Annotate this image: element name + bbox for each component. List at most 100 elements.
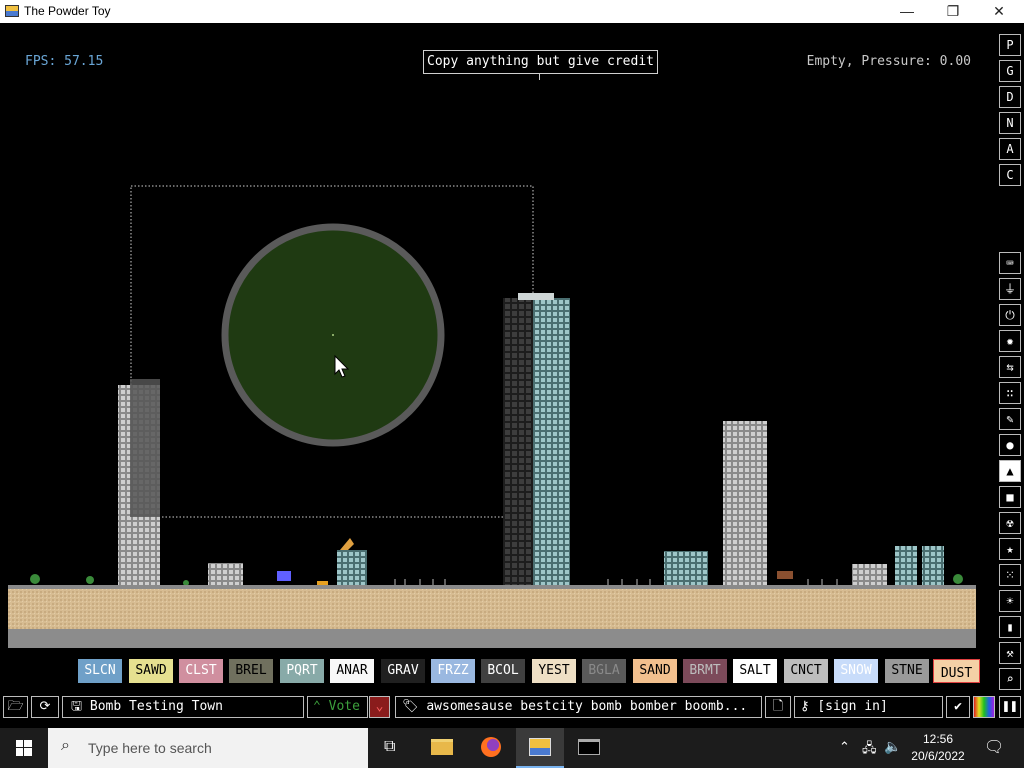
- fps-counter: FPS: 57.15: [25, 54, 104, 69]
- deco-button-d[interactable]: D: [999, 86, 1021, 108]
- chevron-up-icon[interactable]: ⌃: [839, 739, 850, 755]
- powder-icon[interactable]: ▲: [999, 460, 1021, 482]
- firefox-button[interactable]: [467, 728, 515, 768]
- tags-button[interactable]: 🏷 awsomesause bestcity bomb bomber boomb…: [395, 696, 762, 718]
- bulb-icon[interactable]: ☀: [999, 590, 1021, 612]
- settings-button[interactable]: ✔: [946, 696, 970, 718]
- search-icon: ⌕: [61, 737, 70, 754]
- dots-icon[interactable]: ⁙: [999, 564, 1021, 586]
- skyscraper-right: [723, 421, 767, 587]
- app-icon: [5, 5, 19, 17]
- skyscraper-tall: [503, 293, 570, 587]
- terminal-icon: [578, 739, 600, 755]
- file-explorer-button[interactable]: [418, 728, 466, 768]
- close-button[interactable]: ✕: [976, 0, 1022, 23]
- start-button[interactable]: [0, 728, 48, 768]
- wrench-icon[interactable]: ⚒: [999, 642, 1021, 664]
- system-clock[interactable]: 12:56 20/6/2022: [900, 731, 976, 765]
- pencil-icon[interactable]: ✎: [999, 408, 1021, 430]
- bookmark-icon[interactable]: ▮: [999, 616, 1021, 638]
- notifications-icon[interactable]: 🗨: [984, 737, 1004, 757]
- pause-toggle-button[interactable]: ❚❚: [999, 696, 1021, 718]
- open-save-button[interactable]: 🗁: [3, 696, 28, 718]
- folder-icon: [431, 739, 453, 755]
- star-icon[interactable]: ★: [999, 538, 1021, 560]
- element-pqrt[interactable]: PQRT: [280, 659, 324, 683]
- login-button[interactable]: ⚷ [sign in]: [794, 696, 943, 718]
- keyboard-icon[interactable]: ⌨: [999, 252, 1021, 274]
- element-sand[interactable]: SAND: [633, 659, 677, 683]
- network-icon[interactable]: 🖧: [862, 739, 877, 761]
- console-button-c[interactable]: C: [999, 164, 1021, 186]
- element-salt[interactable]: SALT: [733, 659, 777, 683]
- element-slcn[interactable]: SLCN: [78, 659, 122, 683]
- task-view-button[interactable]: ⧉: [368, 728, 416, 768]
- powder-toy-icon: [529, 738, 551, 756]
- trees: [30, 574, 963, 586]
- newtonian-button-n[interactable]: N: [999, 112, 1021, 134]
- sign-label[interactable]: Copy anything but give credit: [423, 50, 658, 74]
- solid-icon[interactable]: ■: [999, 486, 1021, 508]
- element-grav[interactable]: GRAV: [381, 659, 425, 683]
- building-small-4: [852, 564, 887, 587]
- windows-logo-icon: [16, 740, 32, 756]
- arrows-icon[interactable]: ⇆: [999, 356, 1021, 378]
- element-dust[interactable]: DUST: [933, 659, 980, 683]
- firefox-icon: [481, 737, 501, 757]
- ground-road: [8, 585, 976, 589]
- save-title-button[interactable]: 🖫 Bomb Testing Town: [62, 696, 304, 718]
- drop-icon[interactable]: ●: [999, 434, 1021, 456]
- terminal-button[interactable]: [565, 728, 613, 768]
- taskbar-search-box[interactable]: ⌕ Type here to search: [48, 728, 368, 768]
- element-yest[interactable]: YEST: [532, 659, 576, 683]
- vote-label: Vote: [328, 699, 360, 714]
- power-icon[interactable]: ⏻: [999, 304, 1021, 326]
- element-snow[interactable]: SNOW: [834, 659, 878, 683]
- building-small-2: [337, 538, 367, 587]
- element-bgla[interactable]: BGLA: [582, 659, 626, 683]
- element-cnct[interactable]: CNCT: [784, 659, 828, 683]
- element-sawd[interactable]: SAWD: [129, 659, 173, 683]
- open-icon: 🗁: [7, 699, 24, 714]
- element-clst[interactable]: CLST: [179, 659, 223, 683]
- element-stne[interactable]: STNE: [885, 659, 929, 683]
- renderer-options-button[interactable]: [973, 696, 995, 718]
- brush-center: [332, 334, 334, 336]
- prop-sign: [277, 571, 291, 581]
- new-file-icon: 🗋: [772, 699, 784, 714]
- volume-muted-icon[interactable]: 🔈: [884, 738, 901, 755]
- new-sim-button[interactable]: 🗋: [765, 696, 791, 718]
- element-brmt[interactable]: BRMT: [683, 659, 727, 683]
- vote-up-button[interactable]: ⌃ Vote: [307, 696, 368, 718]
- minimize-button[interactable]: —: [884, 0, 930, 23]
- tag-icon: 🏷: [402, 699, 427, 714]
- ambient-button-a[interactable]: A: [999, 138, 1021, 160]
- element-frzz[interactable]: FRZZ: [431, 659, 475, 683]
- login-label: [sign in]: [817, 699, 888, 714]
- pause-button-p[interactable]: P: [999, 34, 1021, 56]
- pressure-readout: Empty, Pressure: 0.00: [806, 54, 971, 69]
- game-viewport: FPS: 57.15 Copy anything but give credit…: [0, 23, 1024, 720]
- element-anar[interactable]: ANAR: [330, 659, 374, 683]
- window-title: The Powder Toy: [24, 4, 111, 18]
- radioactive-icon[interactable]: ☢: [999, 512, 1021, 534]
- clock-date: 20/6/2022: [911, 749, 965, 763]
- plug-icon[interactable]: ⏚: [999, 278, 1021, 300]
- task-view-icon: ⧉: [384, 738, 396, 755]
- ground-sand: [8, 589, 976, 629]
- magnifier-icon[interactable]: ⌕: [999, 668, 1021, 690]
- building-small-6: [922, 546, 944, 587]
- powder-toy-taskbar-button[interactable]: [516, 728, 564, 768]
- gas-icon[interactable]: ∷: [999, 382, 1021, 404]
- element-brel[interactable]: BREL: [229, 659, 273, 683]
- skyscraper-left: [118, 379, 160, 587]
- simulation-canvas[interactable]: [0, 23, 1000, 720]
- vote-down-button[interactable]: ⌄: [369, 696, 390, 718]
- sign-pointer: [539, 74, 540, 80]
- gravity-button-g[interactable]: G: [999, 60, 1021, 82]
- explosive-icon[interactable]: ✹: [999, 330, 1021, 352]
- gear-check-icon: ✔: [954, 699, 962, 714]
- element-bcol[interactable]: BCOL: [481, 659, 525, 683]
- maximize-button[interactable]: ❐: [930, 0, 976, 23]
- reload-button[interactable]: ⟳: [31, 696, 59, 718]
